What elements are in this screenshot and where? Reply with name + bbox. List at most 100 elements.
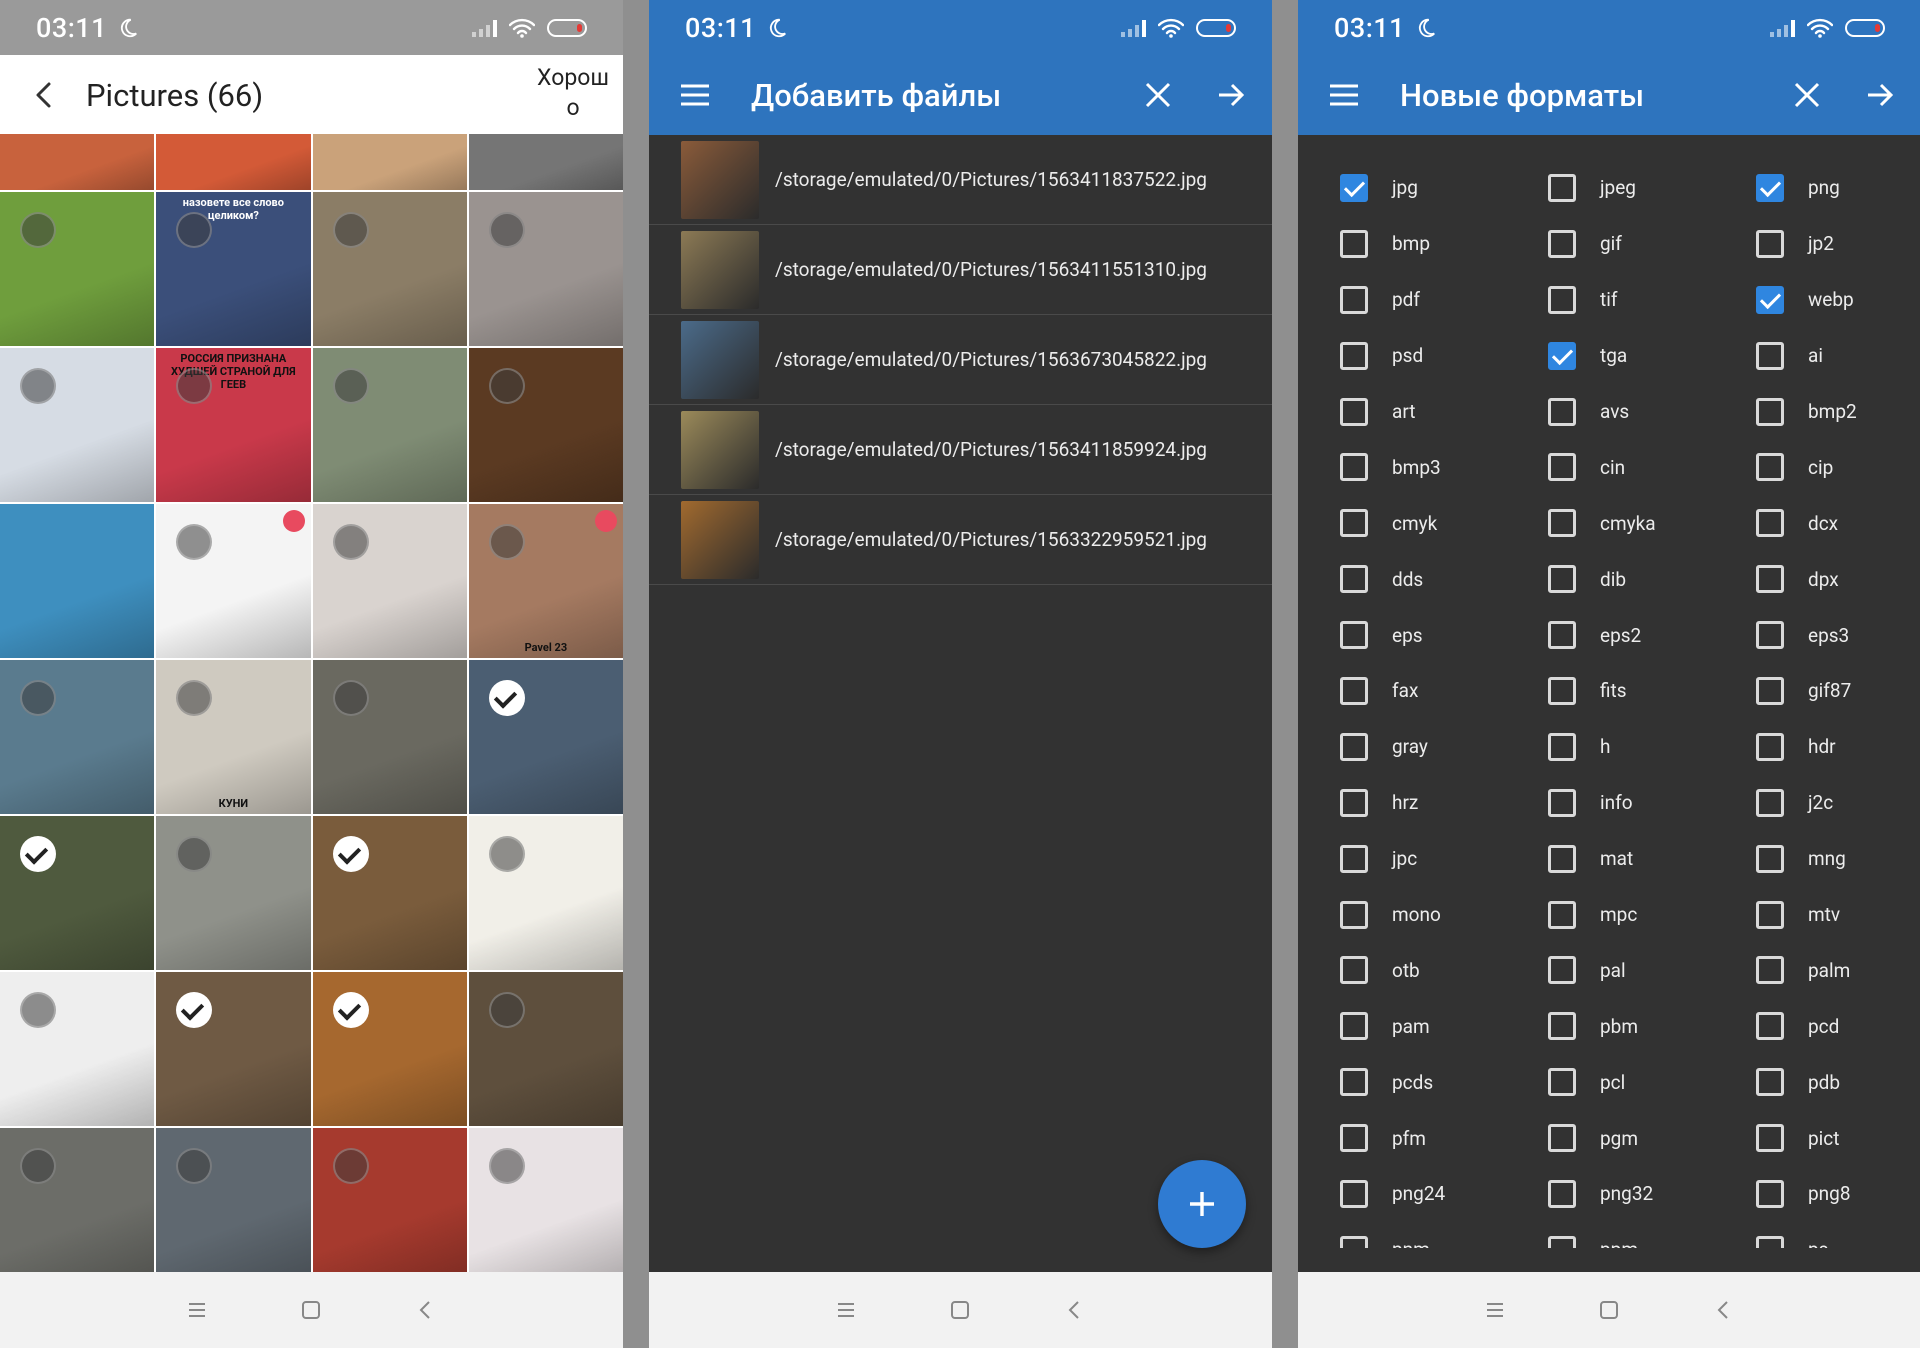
format-checkbox[interactable] (1340, 341, 1368, 370)
format-option-dcx[interactable]: dcx (1756, 495, 1896, 551)
format-checkbox[interactable] (1756, 900, 1784, 929)
select-circle[interactable] (332, 524, 369, 560)
selected-check-icon[interactable] (176, 992, 213, 1028)
back-nav-icon[interactable] (1063, 1298, 1087, 1322)
format-checkbox[interactable] (1548, 285, 1576, 314)
format-option-png[interactable]: png (1756, 160, 1896, 216)
format-checkbox[interactable] (1548, 732, 1576, 761)
format-checkbox[interactable] (1756, 341, 1784, 370)
format-option-pam[interactable]: pam (1340, 998, 1548, 1054)
format-checkbox[interactable] (1548, 788, 1576, 817)
format-option-jpg[interactable]: jpg (1340, 160, 1548, 216)
format-checkbox[interactable] (1756, 956, 1784, 985)
format-option-pdf[interactable]: pdf (1340, 272, 1548, 328)
select-circle[interactable] (176, 836, 213, 872)
format-checkbox[interactable] (1340, 1068, 1368, 1097)
select-circle[interactable] (20, 992, 56, 1028)
format-checkbox[interactable] (1340, 788, 1368, 817)
format-option-cmyka[interactable]: cmyka (1548, 495, 1756, 551)
format-option-ai[interactable]: ai (1756, 328, 1896, 384)
format-option-ps[interactable]: ps (1756, 1222, 1896, 1248)
select-circle[interactable] (488, 368, 525, 404)
format-option-psd[interactable]: psd (1340, 328, 1548, 384)
format-checkbox[interactable] (1340, 285, 1368, 314)
format-checkbox[interactable] (1756, 285, 1784, 314)
format-option-mtv[interactable]: mtv (1756, 887, 1896, 943)
format-option-pict[interactable]: pict (1756, 1110, 1896, 1166)
gallery-thumbnail[interactable] (156, 1128, 311, 1282)
format-option-gif[interactable]: gif (1548, 216, 1756, 272)
format-option-cin[interactable]: cin (1548, 439, 1756, 495)
close-icon[interactable] (1144, 81, 1172, 109)
select-circle[interactable] (332, 1148, 369, 1184)
format-checkbox[interactable] (1340, 676, 1368, 705)
format-checkbox[interactable] (1548, 844, 1576, 873)
format-checkbox[interactable] (1756, 453, 1784, 482)
gallery-thumbnail[interactable]: КУНИ (156, 660, 311, 814)
select-circle[interactable] (176, 368, 213, 404)
format-option-fax[interactable]: fax (1340, 663, 1548, 719)
format-option-webp[interactable]: webp (1756, 272, 1896, 328)
format-checkbox[interactable] (1756, 621, 1784, 650)
select-circle[interactable] (20, 680, 56, 716)
format-checkbox[interactable] (1340, 397, 1368, 426)
format-option-pcl[interactable]: pcl (1548, 1054, 1756, 1110)
format-checkbox[interactable] (1340, 1179, 1368, 1208)
format-checkbox[interactable] (1548, 1179, 1576, 1208)
format-option-art[interactable]: art (1340, 384, 1548, 440)
format-checkbox[interactable] (1756, 732, 1784, 761)
gallery-thumbnail[interactable] (468, 1128, 623, 1282)
format-checkbox[interactable] (1756, 173, 1784, 202)
arrow-forward-icon[interactable] (1216, 80, 1246, 110)
selected-check-icon[interactable] (332, 836, 369, 872)
select-circle[interactable] (488, 524, 525, 560)
gallery-thumbnail[interactable] (312, 504, 467, 658)
format-checkbox[interactable] (1548, 341, 1576, 370)
format-option-cip[interactable]: cip (1756, 439, 1896, 495)
format-checkbox[interactable] (1756, 788, 1784, 817)
format-option-tif[interactable]: tif (1548, 272, 1756, 328)
format-checkbox[interactable] (1756, 844, 1784, 873)
format-checkbox[interactable] (1340, 229, 1368, 258)
gallery-thumbnail[interactable] (312, 192, 467, 346)
format-checkbox[interactable] (1340, 1235, 1368, 1248)
select-circle[interactable] (20, 212, 56, 248)
format-checkbox[interactable] (1548, 1068, 1576, 1097)
home-nav-icon[interactable] (948, 1298, 972, 1322)
menu-icon[interactable] (679, 79, 711, 111)
format-option-jpc[interactable]: jpc (1340, 831, 1548, 887)
gallery-thumbnail[interactable] (156, 134, 311, 190)
format-checkbox[interactable] (1548, 900, 1576, 929)
gallery-thumbnail[interactable] (312, 134, 467, 190)
format-option-pdb[interactable]: pdb (1756, 1054, 1896, 1110)
format-option-pal[interactable]: pal (1548, 942, 1756, 998)
gallery-thumbnail[interactable] (0, 1128, 155, 1282)
format-option-pgm[interactable]: pgm (1548, 1110, 1756, 1166)
gallery-thumbnail[interactable]: РОССИЯ ПРИЗНАНА ХУДШЕЙ СТРАНОЙ ДЛЯ ГЕЕВ (156, 348, 311, 502)
gallery-thumbnail[interactable] (468, 192, 623, 346)
format-option-png24[interactable]: png24 (1340, 1166, 1548, 1222)
format-option-cmyk[interactable]: cmyk (1340, 495, 1548, 551)
select-circle[interactable] (332, 368, 369, 404)
gallery-thumbnail[interactable] (156, 972, 311, 1126)
selected-check-icon[interactable] (20, 836, 56, 872)
format-option-pcds[interactable]: pcds (1340, 1054, 1548, 1110)
select-circle[interactable] (488, 836, 525, 872)
gallery-thumbnail[interactable] (0, 504, 155, 658)
format-option-gif87[interactable]: gif87 (1756, 663, 1896, 719)
format-checkbox[interactable] (1340, 453, 1368, 482)
gallery-thumbnail[interactable] (0, 972, 155, 1126)
format-checkbox[interactable] (1548, 565, 1576, 594)
format-checkbox[interactable] (1340, 732, 1368, 761)
format-checkbox[interactable] (1340, 621, 1368, 650)
home-nav-icon[interactable] (299, 1298, 323, 1322)
add-file-button[interactable] (1158, 1160, 1246, 1248)
format-option-info[interactable]: info (1548, 775, 1756, 831)
format-option-bmp2[interactable]: bmp2 (1756, 384, 1896, 440)
format-checkbox[interactable] (1756, 565, 1784, 594)
format-option-mpc[interactable]: mpc (1548, 887, 1756, 943)
format-option-pcd[interactable]: pcd (1756, 998, 1896, 1054)
format-checkbox[interactable] (1340, 509, 1368, 538)
gallery-thumbnail[interactable] (0, 134, 155, 190)
gallery-thumbnail[interactable] (312, 348, 467, 502)
